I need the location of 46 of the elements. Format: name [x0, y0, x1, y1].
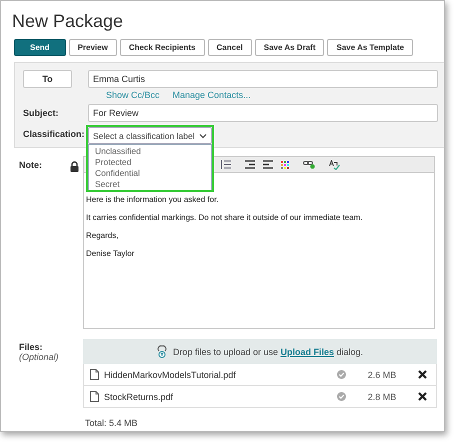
file-icon	[90, 369, 99, 380]
toolbar-button[interactable]: Save As Template	[327, 39, 414, 56]
toolbar-button[interactable]: Preview	[68, 39, 117, 56]
to-button[interactable]: To	[23, 70, 72, 88]
total-size: Total: 5.4 MB	[84, 417, 139, 428]
remove-icon[interactable]	[418, 392, 427, 401]
file-size: 2.6 MB	[366, 370, 398, 380]
lock-icon	[70, 161, 79, 172]
contact-link[interactable]: Manage Contacts...	[172, 90, 251, 102]
toolbar-button[interactable]: Send	[14, 39, 66, 56]
subject-label: Subject:	[23, 108, 60, 118]
note-label: Note:	[19, 160, 42, 170]
note-paragraph: Denise Taylor	[86, 249, 136, 258]
remove-icon[interactable]	[418, 370, 427, 379]
note-paragraph: Regards,	[86, 231, 120, 240]
note-paragraph: It carries confidential markings. Do not share it outside of our immediate team.	[86, 213, 364, 222]
spellcheck-icon[interactable]	[329, 160, 340, 170]
file-name: StockReturns.pdf	[104, 392, 174, 402]
toolbar-button[interactable]: Check Recipients	[120, 39, 205, 56]
drop-instruction: Drop files to upload or use Upload Files dialog.	[172, 346, 364, 356]
check-circle-icon	[337, 392, 346, 401]
optional-hint: (Optional)	[19, 352, 60, 362]
classification-dropdown[interactable]: Select a classification label	[88, 127, 212, 144]
toolbar-button[interactable]: Save As Draft	[254, 39, 324, 56]
color-grid-icon[interactable]	[281, 160, 289, 168]
classification-label: Classification:	[23, 128, 86, 141]
upload-files-link[interactable]: Upload Files	[280, 346, 334, 356]
contact-link[interactable]: Show Cc/Bcc	[106, 90, 160, 102]
note-paragraph: Here is the information you asked for.	[86, 195, 220, 204]
file-size: 2.8 MB	[366, 392, 398, 402]
to-field[interactable]: Emma Curtis	[88, 70, 438, 88]
indent-icon[interactable]	[245, 160, 255, 169]
outdent-icon[interactable]	[263, 160, 273, 169]
numbered-list-icon[interactable]	[221, 160, 231, 169]
file-name: HiddenMarkovModelsTutorial.pdf	[104, 370, 237, 380]
link-icon[interactable]	[303, 160, 315, 169]
file-icon	[90, 391, 99, 402]
subject-field[interactable]: For Review	[88, 104, 438, 122]
chevron-down-icon	[199, 132, 207, 138]
check-circle-icon	[337, 370, 346, 379]
drop-zone[interactable]: Drop files to upload or use Upload Files dialog.	[83, 339, 437, 364]
dropdown-option[interactable]: Secret	[89, 179, 211, 190]
toolbar-button[interactable]: Cancel	[208, 39, 252, 56]
window-title: New Package	[11, 10, 124, 33]
files-label: Files:	[19, 342, 44, 352]
upload-icon	[156, 345, 167, 358]
